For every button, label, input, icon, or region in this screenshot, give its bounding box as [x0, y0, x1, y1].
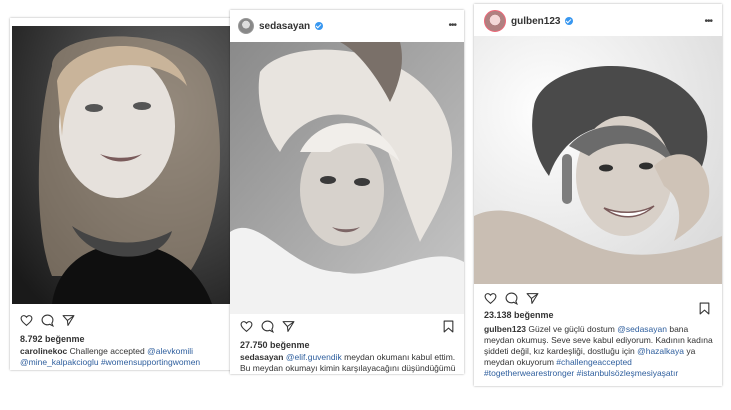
share-icon[interactable] [62, 314, 75, 327]
hashtag-link[interactable]: #istanbulsözleşmesiyaşatır [577, 368, 679, 378]
caption-username[interactable]: sedasayan [240, 352, 283, 362]
more-options-icon[interactable]: ••• [704, 16, 712, 27]
hashtag-link[interactable]: #togetherwearestronger [484, 368, 574, 378]
more-options-icon[interactable]: ••• [448, 20, 456, 31]
caption-text: Challenge accepted [67, 346, 148, 356]
post-username[interactable]: gulben123 [511, 16, 560, 27]
post-caption: carolinekoc Challenge accepted @alevkomi… [20, 346, 230, 368]
likes-count[interactable]: 27.750 beğenme [240, 340, 310, 350]
bookmark-icon[interactable] [443, 320, 454, 333]
action-bar [240, 320, 295, 333]
post-card-2: sedasayan ••• 27.750 beğenme sedasayan @… [230, 10, 464, 374]
hashtag-link[interactable]: #womensupportingwomen [101, 357, 200, 367]
heart-icon[interactable] [240, 320, 253, 333]
bookmark-icon[interactable] [699, 302, 710, 315]
post-photo[interactable] [12, 26, 234, 304]
mention-link[interactable]: @hazalkaya [637, 346, 684, 356]
avatar[interactable] [238, 18, 254, 34]
verified-badge-icon [315, 22, 324, 30]
mention-link[interactable]: @mine_kalpakcioglu [20, 357, 99, 367]
caption-text: Güzel ve güçlü dostum [526, 324, 618, 334]
post-header: sedasayan [238, 18, 324, 34]
post-card-3: gulben123 ••• 23.138 beğenme gulben123 G… [474, 4, 722, 386]
caption-username[interactable]: carolinekoc [20, 346, 67, 356]
verified-badge-icon [565, 17, 574, 25]
comment-icon[interactable] [505, 292, 518, 305]
post-card-1: 8.792 beğenme carolinekoc Challenge acce… [10, 18, 236, 370]
share-icon[interactable] [526, 292, 539, 305]
avatar[interactable] [484, 10, 506, 32]
mention-link[interactable]: @elif.guvendik [286, 352, 342, 362]
action-bar [20, 314, 75, 327]
mention-link[interactable]: @alevkomili [147, 346, 193, 356]
heart-icon[interactable] [484, 292, 497, 305]
post-photo[interactable] [474, 36, 722, 284]
hashtag-link[interactable]: #challengeaccepted [556, 357, 632, 367]
share-icon[interactable] [282, 320, 295, 333]
caption-username[interactable]: gulben123 [484, 324, 526, 334]
post-photo[interactable] [230, 42, 464, 314]
likes-count[interactable]: 23.138 beğenme [484, 310, 554, 320]
post-username[interactable]: sedasayan [259, 21, 310, 32]
post-caption: sedasayan @elif.guvendik meydan okumanı … [240, 352, 458, 374]
comment-icon[interactable] [41, 314, 54, 327]
heart-icon[interactable] [20, 314, 33, 327]
comment-icon[interactable] [261, 320, 274, 333]
post-header: gulben123 [484, 10, 574, 32]
mention-link[interactable]: @sedasayan [617, 324, 667, 334]
post-caption: gulben123 Güzel ve güçlü dostum @sedasay… [484, 324, 716, 379]
action-bar [484, 292, 539, 305]
likes-count[interactable]: 8.792 beğenme [20, 334, 85, 344]
